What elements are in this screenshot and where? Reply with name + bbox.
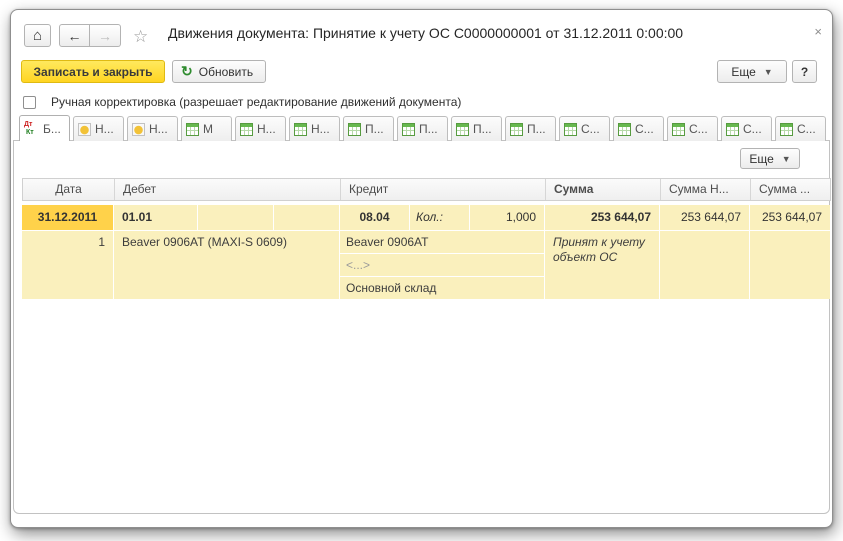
table-register-icon	[672, 123, 685, 136]
journal-icon	[78, 123, 91, 136]
window-title: Движения документа: Принятие к учету ОС …	[168, 10, 683, 54]
table-register-icon	[726, 123, 739, 136]
register-tabs: ДтКт Б... Н... Н... М Н... Н... П...	[19, 116, 826, 141]
debit-credit-icon: ДтКт	[24, 121, 39, 136]
table-register-icon	[618, 123, 631, 136]
home-button[interactable]: ⌂	[24, 24, 51, 47]
tab-register-6[interactable]: Н...	[289, 116, 340, 141]
history-nav-group: ← →	[59, 24, 121, 47]
cell-sum-extra[interactable]: 253 644,07	[750, 205, 831, 230]
table-register-icon	[294, 123, 307, 136]
home-icon: ⌂	[33, 27, 42, 44]
manual-adjustment-label: Ручная корректировка (разрешает редактир…	[51, 95, 461, 109]
more-button-toolbar[interactable]: Еще ▼	[717, 60, 787, 83]
cell-debit-detail[interactable]: Beaver 0906AT (MAXI-S 0609)	[114, 230, 340, 299]
tab-register-8[interactable]: П...	[397, 116, 448, 141]
cell-qty[interactable]: 1,000	[470, 205, 545, 230]
cell-date[interactable]: 31.12.2011	[22, 205, 114, 230]
back-icon: ←	[68, 28, 82, 44]
cell-credit-warehouse[interactable]: Основной склад	[340, 277, 544, 299]
tab-register-3[interactable]: Н...	[127, 116, 178, 141]
tab-register-13[interactable]: С...	[667, 116, 718, 141]
cell-line-number[interactable]: 1	[22, 230, 114, 299]
document-movements-window: ⌂ ← → ☆ Движения документа: Принятие к у…	[10, 9, 833, 528]
tab-register-9[interactable]: П...	[451, 116, 502, 141]
tab-register-accounting[interactable]: ДтКт Б...	[19, 115, 70, 141]
refresh-button[interactable]: ↻ Обновить	[172, 60, 266, 83]
toolbar: Записать и закрыть ↻ Обновить Еще ▼ ?	[11, 60, 832, 84]
cell-sum[interactable]: 253 644,07	[545, 205, 660, 230]
cell-empty[interactable]	[750, 230, 831, 299]
tab-register-11[interactable]: С...	[559, 116, 610, 141]
table-row: 1 Beaver 0906AT (MAXI-S 0609) Beaver 090…	[22, 230, 831, 299]
table-register-icon	[780, 123, 793, 136]
table-register-icon	[402, 123, 415, 136]
cell-empty[interactable]	[660, 230, 750, 299]
table-register-icon	[456, 123, 469, 136]
save-and-close-button[interactable]: Записать и закрыть	[21, 60, 165, 83]
help-button[interactable]: ?	[792, 60, 817, 83]
back-button[interactable]: ←	[59, 24, 90, 47]
cell-credit-asset[interactable]: Beaver 0906AT	[340, 231, 544, 254]
tab-register-5[interactable]: Н...	[235, 116, 286, 141]
manual-adjustment-checkbox[interactable]	[23, 96, 36, 109]
movements-table: Дата Дебет Кредит Сумма Сумма Н... Сумма…	[22, 178, 831, 299]
table-register-icon	[186, 123, 199, 136]
favorite-star-icon[interactable]: ☆	[133, 27, 148, 47]
close-icon[interactable]: ×	[814, 25, 822, 38]
journal-icon	[132, 123, 145, 136]
tab-register-2[interactable]: Н...	[73, 116, 124, 141]
tab-register-4[interactable]: М	[181, 116, 232, 141]
tab-register-12[interactable]: С...	[613, 116, 664, 141]
tab-register-7[interactable]: П...	[343, 116, 394, 141]
cell-qty-label: Кол.:	[410, 205, 470, 230]
forward-icon: →	[98, 28, 112, 44]
cell-credit-account[interactable]: 08.04	[340, 205, 410, 230]
cell-debit-account[interactable]: 01.01	[114, 205, 198, 230]
column-header-sum-nu: Сумма Н...	[661, 179, 751, 200]
refresh-icon: ↻	[181, 63, 193, 80]
column-header-sum-extra: Сумма ...	[751, 179, 832, 200]
column-header-credit: Кредит	[341, 179, 546, 200]
titlebar: ⌂ ← → ☆ Движения документа: Принятие к у…	[11, 10, 832, 54]
register-content-panel: Еще ▼ Дата Дебет Кредит Сумма Сумма Н...…	[13, 140, 830, 514]
forward-button[interactable]: →	[90, 24, 121, 47]
cell-sum-nu[interactable]: 253 644,07	[660, 205, 750, 230]
table-register-icon	[510, 123, 523, 136]
table-header-row: Дата Дебет Кредит Сумма Сумма Н... Сумма…	[22, 178, 831, 201]
chevron-down-icon: ▼	[782, 154, 791, 164]
cell-empty[interactable]	[198, 205, 274, 230]
cell-credit-empty-dimension[interactable]: <...>	[340, 254, 544, 277]
table-row: 31.12.2011 01.01 08.04 Кол.: 1,000 253 6…	[22, 205, 831, 230]
manual-adjustment-row: Ручная корректировка (разрешает редактир…	[23, 94, 461, 110]
cell-credit-details: Beaver 0906AT <...> Основной склад	[340, 230, 545, 299]
tab-register-14[interactable]: С...	[721, 116, 772, 141]
cell-operation-comment[interactable]: Принят к учету объект ОС	[545, 230, 660, 299]
column-header-date: Дата	[23, 179, 115, 200]
column-header-sum: Сумма	[546, 179, 661, 200]
cell-empty[interactable]	[274, 205, 340, 230]
table-register-icon	[564, 123, 577, 136]
column-header-debit: Дебет	[115, 179, 341, 200]
table-register-icon	[240, 123, 253, 136]
more-button-panel[interactable]: Еще ▼	[740, 148, 800, 169]
table-register-icon	[348, 123, 361, 136]
chevron-down-icon: ▼	[764, 67, 773, 77]
tab-register-10[interactable]: П...	[505, 116, 556, 141]
tab-register-15[interactable]: С...	[775, 116, 826, 141]
